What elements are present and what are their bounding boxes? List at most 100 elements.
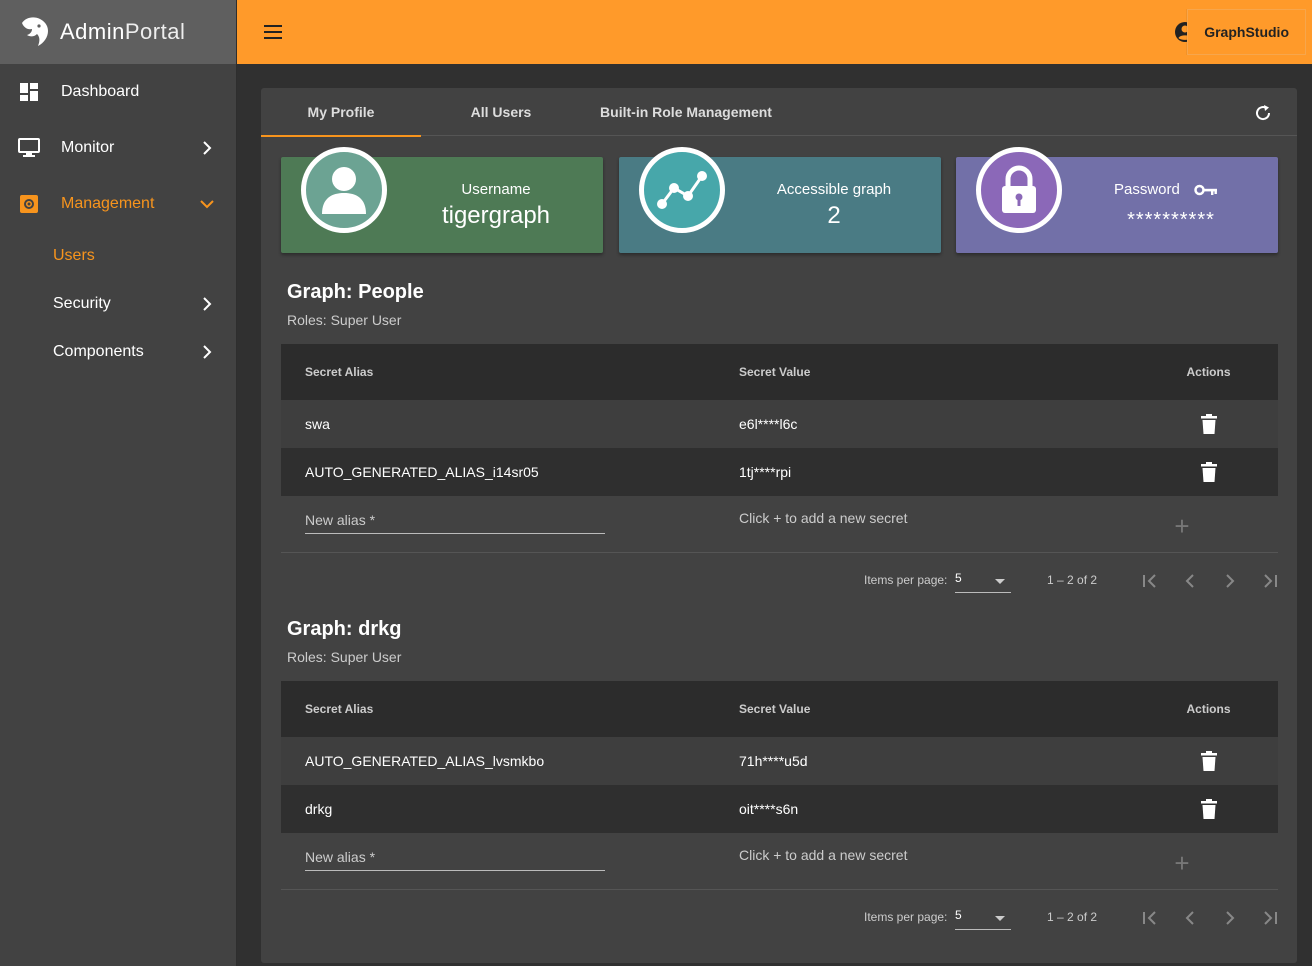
graph-section-people: Graph: People Roles: Super User Secret A… xyxy=(281,281,1278,611)
tab-my-profile[interactable]: My Profile xyxy=(261,88,421,137)
next-page-icon[interactable] xyxy=(1220,571,1240,591)
previous-page-icon[interactable] xyxy=(1180,571,1200,591)
add-secret-button[interactable]: + xyxy=(1170,513,1194,539)
secrets-table: Secret Alias Secret Value Actions swa e6… xyxy=(281,344,1278,611)
logo-text: AdminPortal xyxy=(60,19,185,45)
table-header: Secret Alias Secret Value Actions xyxy=(281,344,1278,400)
sidebar-item-users[interactable]: Users xyxy=(0,232,236,280)
header-secret-value: Secret Value xyxy=(739,365,811,379)
table-row: swa e6l****l6c xyxy=(281,400,1278,448)
chevron-right-icon xyxy=(203,297,212,311)
caret-down-icon xyxy=(995,579,1005,584)
password-value: ********** xyxy=(1127,209,1215,231)
chevron-down-icon xyxy=(200,200,214,209)
page-size-select[interactable]: 5 xyxy=(955,908,1011,930)
new-alias-input[interactable]: New alias * xyxy=(305,849,605,871)
logo[interactable]: AdminPortal xyxy=(0,0,236,64)
delete-trash-icon[interactable] xyxy=(1200,462,1218,482)
paginator: Items per page: 5 1 – 2 of 2 xyxy=(281,890,1278,948)
graph-roles: Roles: Super User xyxy=(287,312,402,328)
tab-bar: My Profile All Users Built-in Role Manag… xyxy=(261,88,1297,137)
key-icon[interactable] xyxy=(1194,184,1218,196)
secret-alias-cell: swa xyxy=(305,416,330,432)
logo-text-thin: Portal xyxy=(124,19,186,44)
table-row: drkg oit****s6n xyxy=(281,785,1278,833)
sidebar-item-dashboard[interactable]: Dashboard xyxy=(0,64,236,120)
tiger-logo-icon xyxy=(22,17,48,46)
management-gear-icon xyxy=(18,193,40,215)
password-label: Password xyxy=(1113,181,1180,198)
items-per-page-label: Items per page: xyxy=(864,573,948,587)
password-tile: Password ********** xyxy=(956,147,1278,253)
tab-built-in-role-management[interactable]: Built-in Role Management xyxy=(581,88,791,136)
page-size-value: 5 xyxy=(955,908,962,922)
sidebar-item-label: Components xyxy=(53,343,144,360)
actions-cell xyxy=(1139,462,1278,482)
dashboard-icon xyxy=(18,81,40,103)
secret-alias-cell: AUTO_GENERATED_ALIAS_i14sr05 xyxy=(305,464,539,480)
sidebar-item-label: Dashboard xyxy=(61,83,140,100)
graph-title: Graph: People xyxy=(287,281,424,303)
new-secret-row: New alias * Click + to add a new secret … xyxy=(281,496,1278,553)
username-label: Username xyxy=(461,181,531,198)
add-secret-button[interactable]: + xyxy=(1170,850,1194,876)
first-page-icon[interactable] xyxy=(1140,571,1160,591)
sidebar-item-components[interactable]: Components xyxy=(0,328,236,376)
sidebar-item-management[interactable]: Management xyxy=(0,176,236,232)
accessible-graph-value: 2 xyxy=(827,202,841,229)
username-tile: Username tigergraph xyxy=(281,147,603,253)
sidebar-item-monitor[interactable]: Monitor xyxy=(0,120,236,176)
secret-value-cell: oit****s6n xyxy=(739,801,799,817)
paginator: Items per page: 5 1 – 2 of 2 xyxy=(281,553,1278,611)
profile-card: My Profile All Users Built-in Role Manag… xyxy=(261,88,1297,963)
table-row: AUTO_GENERATED_ALIAS_i14sr05 1tj****rpi xyxy=(281,448,1278,496)
new-secret-row: New alias * Click + to add a new secret … xyxy=(281,833,1278,890)
graph-section-drkg: Graph: drkg Roles: Super User Secret Ali… xyxy=(281,618,1278,948)
topbar: GraphStudio xyxy=(237,0,1312,64)
delete-trash-icon[interactable] xyxy=(1200,414,1218,434)
previous-page-icon[interactable] xyxy=(1180,908,1200,928)
password-label-row: Password xyxy=(1096,181,1236,198)
page-size-select[interactable]: 5 xyxy=(955,571,1011,593)
lock-icon xyxy=(976,147,1062,233)
next-page-icon[interactable] xyxy=(1220,908,1240,928)
secret-alias-cell: drkg xyxy=(305,801,333,817)
items-per-page-label: Items per page: xyxy=(864,910,948,924)
page-size-value: 5 xyxy=(955,571,962,585)
delete-trash-icon[interactable] xyxy=(1200,751,1218,771)
header-actions: Actions xyxy=(1186,702,1231,716)
chevron-right-icon xyxy=(203,141,212,155)
header-actions: Actions xyxy=(1186,365,1231,379)
actions-cell xyxy=(1139,799,1278,819)
graph-title: Graph: drkg xyxy=(287,618,402,640)
accessible-graph-label: Accessible graph xyxy=(776,181,892,198)
graph-roles: Roles: Super User xyxy=(287,649,402,665)
sidebar-item-label: Users xyxy=(53,247,95,264)
table-row: AUTO_GENERATED_ALIAS_lvsmkbo 71h****u5d xyxy=(281,737,1278,785)
new-secret-hint: Click + to add a new secret xyxy=(739,510,908,526)
menu-hamburger-icon[interactable] xyxy=(261,20,285,44)
summary-tiles: Username tigergraph Accessible graph 2 P… xyxy=(281,147,1278,253)
logo-text-main: Admin xyxy=(60,19,125,44)
sidebar-item-label: Monitor xyxy=(61,139,115,156)
secrets-table: Secret Alias Secret Value Actions AUTO_G… xyxy=(281,681,1278,948)
graph-chart-icon xyxy=(639,147,725,233)
graphstudio-button[interactable]: GraphStudio xyxy=(1187,9,1306,55)
new-alias-input[interactable]: New alias * xyxy=(305,512,605,534)
refresh-icon[interactable] xyxy=(1253,103,1273,123)
secret-value-cell: 1tj****rpi xyxy=(739,464,792,480)
admin-portal-app: AdminPortal Dashboard Monitor Management… xyxy=(0,0,1312,966)
last-page-icon[interactable] xyxy=(1260,571,1280,591)
delete-trash-icon[interactable] xyxy=(1200,799,1218,819)
tab-all-users[interactable]: All Users xyxy=(421,88,581,136)
username-value: tigergraph xyxy=(441,202,551,229)
last-page-icon[interactable] xyxy=(1260,908,1280,928)
caret-down-icon xyxy=(995,916,1005,921)
header-secret-value: Secret Value xyxy=(739,702,811,716)
new-secret-hint: Click + to add a new secret xyxy=(739,847,908,863)
sidebar-item-security[interactable]: Security xyxy=(0,280,236,328)
sidebar-item-label: Security xyxy=(53,295,111,312)
secret-value-cell: 71h****u5d xyxy=(739,753,808,769)
actions-cell xyxy=(1139,414,1278,434)
first-page-icon[interactable] xyxy=(1140,908,1160,928)
